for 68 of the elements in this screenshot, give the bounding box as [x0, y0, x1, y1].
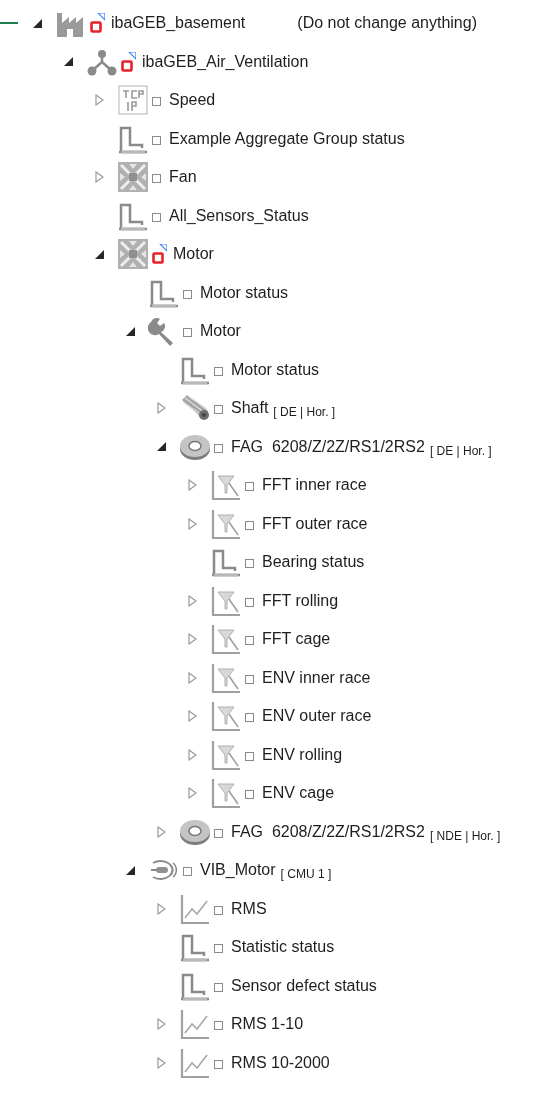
tree-item-label[interactable]: Bearing status	[262, 550, 365, 575]
collapse-icon[interactable]	[126, 326, 135, 336]
expand-icon[interactable]	[157, 902, 166, 915]
tree-item-label[interactable]: Motor status	[231, 357, 320, 382]
fan-icon	[117, 161, 149, 194]
location-tag: [ CMU 1 ]	[280, 865, 332, 884]
tree-item-label[interactable]: Motor status	[200, 280, 289, 305]
tree-item-label[interactable]: Statistic status	[231, 935, 335, 960]
tree-item-label[interactable]: Example Aggregate Group status	[169, 126, 405, 151]
tree-item-label[interactable]: ENV inner race	[262, 665, 371, 690]
location-tag: [ NDE | Hor. ]	[429, 826, 501, 845]
tree-item-label[interactable]: Speed	[169, 88, 216, 113]
filter-chart-icon	[210, 661, 242, 694]
trend-chart-icon	[179, 1008, 211, 1041]
tree-item-label[interactable]: ENV cage	[262, 781, 335, 806]
expand-icon[interactable]	[188, 710, 197, 723]
collapse-icon[interactable]	[95, 249, 104, 259]
expand-icon[interactable]	[188, 787, 197, 800]
trend-chart-icon	[179, 892, 211, 925]
collapse-icon[interactable]	[126, 865, 135, 875]
expand-icon[interactable]	[188, 671, 197, 684]
tree-item-label[interactable]: Motor	[173, 242, 214, 267]
tree-item-label[interactable]: FFT outer race	[262, 511, 368, 536]
tree-item-label[interactable]: RMS	[231, 896, 267, 921]
fan-icon	[117, 238, 149, 271]
expand-icon[interactable]	[188, 517, 197, 530]
filter-chart-icon	[210, 623, 242, 656]
tree-item-label[interactable]: Fan	[169, 165, 197, 190]
location-tag: [ DE | Hor. ]	[429, 441, 492, 460]
expand-icon[interactable]	[188, 748, 197, 761]
filter-chart-icon	[210, 469, 242, 502]
collapse-icon[interactable]	[64, 57, 73, 67]
collapse-icon[interactable]	[157, 442, 166, 452]
expand-icon[interactable]	[188, 594, 197, 607]
tree-item-label[interactable]: FAG 6208/Z/2Z/RS1/2RS2	[231, 434, 425, 459]
tree-item-label[interactable]: RMS 10-2000	[231, 1050, 330, 1075]
tree-item-label[interactable]: FFT rolling	[262, 588, 339, 613]
trend-chart-icon	[179, 1046, 211, 1079]
filter-chart-icon	[210, 777, 242, 810]
network-protocol-icon	[117, 84, 149, 117]
expand-icon[interactable]	[157, 825, 166, 838]
expand-icon[interactable]	[157, 1018, 166, 1031]
location-tag: [ DE | Hor. ]	[273, 403, 336, 422]
tree-item-label[interactable]: Sensor defect status	[231, 973, 377, 998]
expand-icon[interactable]	[95, 171, 104, 184]
tree-item-label[interactable]: Motor	[200, 319, 241, 344]
filter-chart-icon	[210, 700, 242, 733]
tree-item-label[interactable]: FFT inner race	[262, 473, 367, 498]
tree-item-label[interactable]: ENV rolling	[262, 742, 343, 767]
filter-chart-icon	[210, 738, 242, 771]
filter-chart-icon	[210, 507, 242, 540]
tree-item-label[interactable]: ibaGEB_basement	[111, 11, 246, 36]
expand-icon[interactable]	[95, 94, 104, 107]
expand-icon[interactable]	[188, 633, 197, 646]
tree-item-label[interactable]: ibaGEB_Air_Ventilation	[142, 49, 309, 74]
expand-icon[interactable]	[188, 479, 197, 492]
tree-item-label[interactable]: VIB_Motor	[200, 858, 276, 883]
tree-item-label[interactable]: FAG 6208/Z/2Z/RS1/2RS2	[231, 819, 425, 844]
note-text: (Do not change anything)	[297, 13, 477, 34]
expand-icon[interactable]	[157, 1056, 166, 1069]
tree-item-label[interactable]: ENV outer race	[262, 704, 372, 729]
collapse-icon[interactable]	[33, 18, 42, 28]
tree-item-label[interactable]: FFT cage	[262, 627, 331, 652]
tree-item-label[interactable]: Shaft	[231, 396, 269, 421]
tree-item-label[interactable]: All_Sensors_Status	[169, 203, 309, 228]
expand-icon[interactable]	[157, 402, 166, 415]
filter-chart-icon	[210, 584, 242, 617]
tree-item-label[interactable]: RMS 1-10	[231, 1012, 304, 1037]
